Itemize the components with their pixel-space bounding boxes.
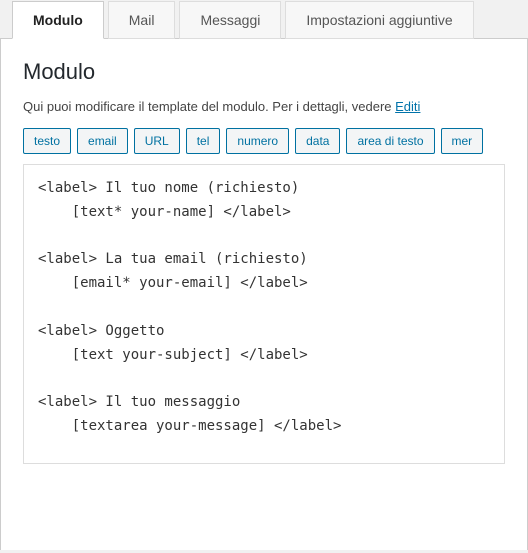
tag-generator-row: testo email URL tel numero data area di …: [23, 128, 505, 154]
description-text: Qui puoi modificare il template del modu…: [23, 99, 395, 114]
panel-modulo: Modulo Qui puoi modificare il template d…: [0, 39, 528, 550]
panel-description: Qui puoi modificare il template del modu…: [23, 99, 505, 114]
tag-btn-email[interactable]: email: [77, 128, 128, 154]
tag-btn-tel[interactable]: tel: [186, 128, 221, 154]
tag-btn-url[interactable]: URL: [134, 128, 180, 154]
tab-modulo[interactable]: Modulo: [12, 1, 104, 39]
form-template-editor[interactable]: [23, 164, 505, 464]
tab-bar: Modulo Mail Messaggi Impostazioni aggiun…: [0, 0, 528, 39]
tag-btn-area-testo[interactable]: area di testo: [346, 128, 434, 154]
tab-impostazioni[interactable]: Impostazioni aggiuntive: [285, 1, 473, 39]
tag-btn-data[interactable]: data: [295, 128, 340, 154]
tag-btn-testo[interactable]: testo: [23, 128, 71, 154]
description-link[interactable]: Editi: [395, 99, 420, 114]
tag-btn-more[interactable]: mer: [441, 128, 484, 154]
tab-messaggi[interactable]: Messaggi: [179, 1, 281, 39]
tag-btn-numero[interactable]: numero: [226, 128, 289, 154]
tab-mail[interactable]: Mail: [108, 1, 176, 39]
panel-heading: Modulo: [23, 59, 505, 85]
